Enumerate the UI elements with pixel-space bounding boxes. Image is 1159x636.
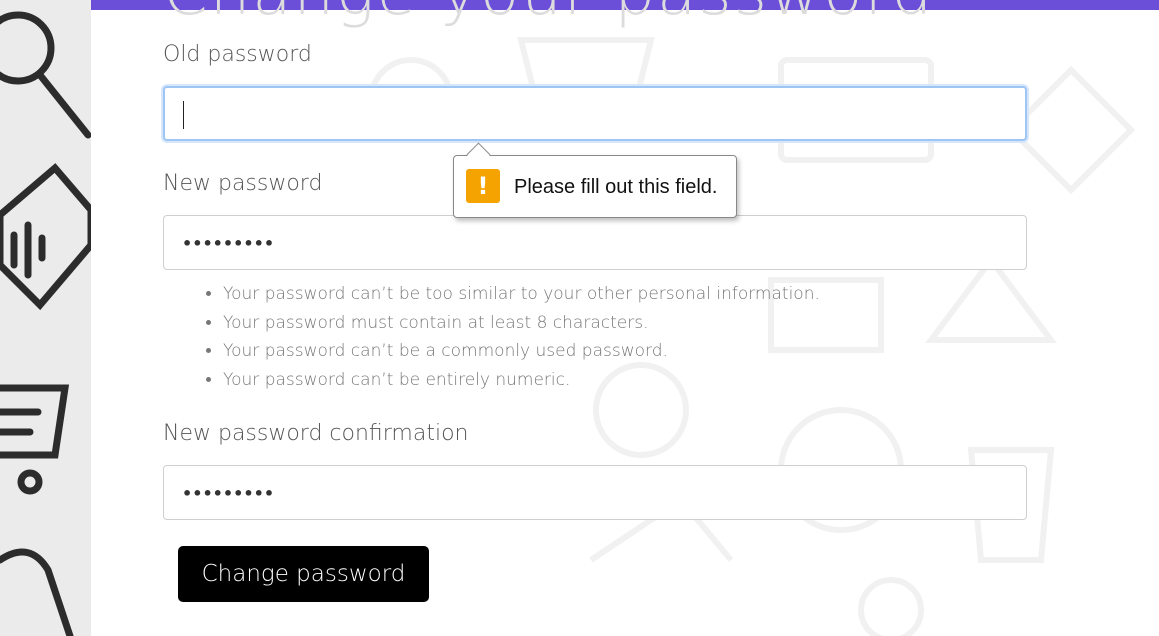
change-password-button[interactable]: Change password: [178, 546, 429, 602]
text-caret: [183, 101, 184, 129]
password-help-list: Your password can’t be too similar to yo…: [203, 280, 820, 395]
confirm-password-value: •••••••••: [182, 484, 275, 503]
cart-icon: [0, 384, 70, 459]
old-password-label: Old password: [163, 42, 312, 67]
validation-tooltip: ! Please fill out this field.: [453, 142, 737, 218]
new-password-input[interactable]: •••••••••: [163, 215, 1027, 270]
warning-icon: !: [466, 169, 500, 203]
help-item: Your password must contain at least 8 ch…: [223, 309, 820, 338]
help-item: Your password can’t be too similar to yo…: [223, 280, 820, 309]
magnifier-icon: [0, 11, 55, 85]
confirm-password-input[interactable]: •••••••••: [163, 465, 1027, 520]
help-item: Your password can’t be entirely numeric.: [223, 366, 820, 395]
new-password-value: •••••••••: [182, 234, 275, 253]
new-password-label: New password: [163, 171, 323, 196]
decorative-sidebar: [0, 0, 91, 636]
old-password-input[interactable]: [163, 86, 1027, 141]
help-item: Your password can’t be a commonly used p…: [223, 337, 820, 366]
bag-icon: [0, 548, 74, 636]
validation-message: Please fill out this field.: [514, 176, 718, 198]
confirm-password-label: New password confirmation: [163, 421, 469, 446]
page-title: Change your password: [163, 0, 934, 30]
